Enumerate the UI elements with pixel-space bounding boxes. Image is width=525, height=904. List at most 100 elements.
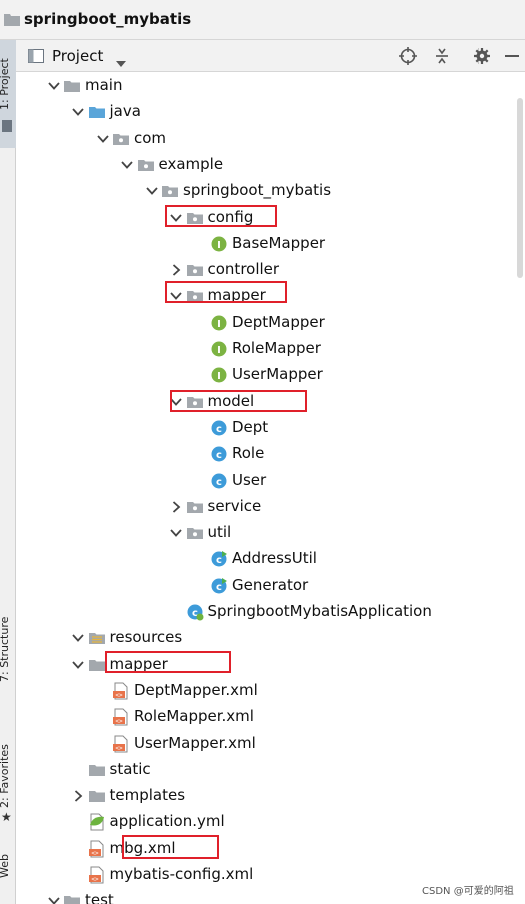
- chevron-down-icon[interactable]: [47, 894, 61, 904]
- tree-row[interactable]: <> RoleMapper.xml: [16, 704, 516, 730]
- tree-row[interactable]: I BaseMapper: [16, 231, 516, 257]
- favorites-tool-tab[interactable]: 2: Favorites: [0, 744, 11, 808]
- package-icon: [112, 130, 130, 148]
- chevron-right-icon[interactable]: [169, 263, 183, 277]
- structure-tool-tab[interactable]: 7: Structure: [0, 617, 11, 682]
- tree-row[interactable]: controller: [16, 257, 516, 283]
- chevron-right-icon[interactable]: [71, 789, 85, 803]
- chevron-down-icon[interactable]: [96, 132, 110, 146]
- tree-row[interactable]: c SpringbootMybatisApplication: [16, 599, 516, 625]
- svg-text:<>: <>: [91, 876, 99, 883]
- tree-item-label: service: [207, 496, 262, 515]
- star-icon: ★: [1, 810, 12, 824]
- tree-row[interactable]: example: [16, 152, 516, 178]
- xml-file-icon: <>: [112, 708, 130, 726]
- tree-item-label: SpringbootMybatisApplication: [207, 602, 432, 620]
- package-icon: [137, 156, 155, 174]
- tree-row[interactable]: <> mbg.xml: [16, 836, 516, 862]
- tree-row[interactable]: c AddressUtil: [16, 546, 516, 572]
- tree-row[interactable]: resources: [16, 625, 516, 651]
- tree-item-label: main: [85, 76, 123, 94]
- svg-text:I: I: [217, 240, 221, 251]
- highlight-mapper-resources: [105, 651, 231, 673]
- class-icon: c: [210, 445, 228, 463]
- tree-item-label: User: [232, 470, 267, 489]
- chevron-right-icon[interactable]: [169, 500, 183, 514]
- resources-folder-icon: [88, 629, 106, 647]
- package-icon: [186, 524, 204, 542]
- tree-row[interactable]: c Role: [16, 441, 516, 467]
- tree-item-label: java: [109, 102, 141, 121]
- tree-item-label: UserMapper: [232, 365, 323, 384]
- svg-text:<>: <>: [115, 745, 123, 752]
- xml-file-icon: <>: [112, 682, 130, 700]
- tree-row[interactable]: springboot_mybatis: [16, 178, 516, 204]
- svg-text:<>: <>: [115, 692, 123, 699]
- tree-item-label: DeptMapper: [232, 312, 325, 331]
- tree-row[interactable]: static: [16, 757, 516, 783]
- project-tool-tab[interactable]: 1: Project: [0, 58, 11, 110]
- tree-item-label: DeptMapper.xml: [134, 680, 258, 699]
- tree-item-label: templates: [109, 786, 186, 805]
- project-view-icon: [28, 49, 44, 67]
- project-view-selector[interactable]: Project: [52, 47, 103, 65]
- tree-row[interactable]: c User: [16, 468, 516, 494]
- runnable-class-icon: c: [210, 550, 228, 568]
- highlight-mapper-package: [165, 281, 287, 303]
- tree-row[interactable]: service: [16, 494, 516, 520]
- tree-row[interactable]: I RoleMapper: [16, 336, 516, 362]
- tree-row[interactable]: util: [16, 520, 516, 546]
- chevron-down-icon[interactable]: [71, 105, 85, 119]
- gear-icon[interactable]: [472, 46, 492, 66]
- tree-item-label: resources: [109, 628, 183, 647]
- tree-row[interactable]: c Generator: [16, 573, 516, 599]
- project-tab-icon: [2, 120, 12, 132]
- chevron-down-icon[interactable]: [116, 53, 126, 71]
- chevron-down-icon[interactable]: [47, 79, 61, 93]
- folder-icon: [88, 656, 106, 674]
- xml-file-icon: <>: [112, 735, 130, 753]
- folder-icon: [88, 761, 106, 779]
- tree-item-label: RoleMapper: [232, 339, 321, 357]
- web-tool-tab[interactable]: Web: [0, 854, 11, 878]
- tree-row[interactable]: main: [16, 73, 516, 99]
- chevron-down-icon[interactable]: [169, 526, 183, 540]
- chevron-down-icon[interactable]: [71, 631, 85, 645]
- folder-icon: [63, 892, 81, 904]
- project-tree: main java com example springboot_mybatis conf…: [16, 72, 516, 904]
- scrollbar[interactable]: [517, 98, 523, 278]
- tree-row[interactable]: mapper: [16, 652, 516, 678]
- tree-row[interactable]: <> UserMapper.xml: [16, 731, 516, 757]
- chevron-down-icon[interactable]: [71, 658, 85, 672]
- chevron-down-icon[interactable]: [145, 184, 159, 198]
- svg-text:I: I: [217, 345, 221, 356]
- tree-row[interactable]: com: [16, 126, 516, 152]
- svg-text:I: I: [217, 319, 221, 330]
- tree-item-label: Dept: [232, 417, 269, 436]
- svg-text:c: c: [216, 555, 222, 566]
- tree-row[interactable]: c Dept: [16, 415, 516, 441]
- tree-row[interactable]: I UserMapper: [16, 362, 516, 388]
- chevron-down-icon[interactable]: [120, 158, 134, 172]
- minimize-icon[interactable]: [502, 46, 522, 66]
- tree-row[interactable]: templates: [16, 783, 516, 809]
- class-icon: c: [210, 419, 228, 437]
- tree-row[interactable]: I DeptMapper: [16, 310, 516, 336]
- interface-icon: I: [210, 235, 228, 253]
- tree-item-label: controller: [207, 260, 280, 279]
- tree-row[interactable]: application.yml: [16, 809, 516, 835]
- locate-icon[interactable]: [398, 46, 418, 66]
- tree-item-label: Generator: [232, 575, 309, 594]
- collapse-all-icon[interactable]: [432, 46, 452, 66]
- highlight-model: [170, 390, 307, 412]
- highlight-mbg-xml: [122, 835, 219, 859]
- tree-row[interactable]: java: [16, 99, 516, 125]
- tree-row[interactable]: <> DeptMapper.xml: [16, 678, 516, 704]
- svg-text:<>: <>: [91, 850, 99, 857]
- window-title: springboot_mybatis: [24, 10, 192, 28]
- tree-item-label: com: [134, 128, 167, 147]
- folder-icon: [4, 12, 20, 30]
- xml-file-icon: <>: [88, 866, 106, 884]
- folder-icon: [63, 77, 81, 95]
- project-toolbar: Project: [16, 40, 525, 72]
